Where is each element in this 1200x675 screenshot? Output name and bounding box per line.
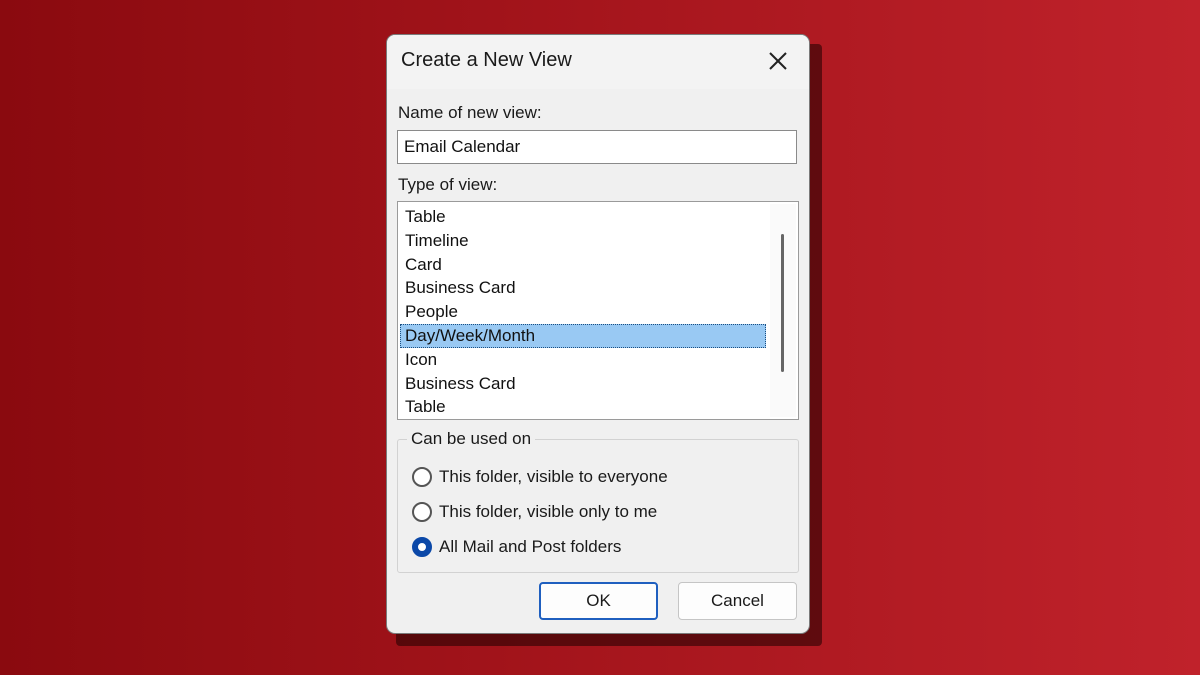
close-icon — [769, 52, 787, 70]
option-only-me-label: This folder, visible only to me — [439, 502, 658, 521]
view-type-item[interactable]: Card — [400, 253, 766, 277]
list-scrollbar[interactable] — [770, 204, 796, 417]
create-view-dialog: Create a New View Name of new view: Type… — [387, 35, 809, 633]
view-type-item[interactable]: Business Card — [400, 276, 766, 300]
option-all-mail[interactable]: All Mail and Post folders — [412, 537, 621, 557]
ok-button[interactable]: OK — [539, 582, 658, 620]
radio-everyone[interactable] — [412, 467, 432, 487]
type-label: Type of view: — [398, 175, 498, 194]
view-type-item[interactable]: Table — [400, 395, 766, 419]
scroll-thumb[interactable] — [781, 234, 784, 372]
radio-only-me[interactable] — [412, 502, 432, 522]
option-only-me[interactable]: This folder, visible only to me — [412, 502, 657, 522]
close-button[interactable] — [755, 41, 801, 81]
view-type-item[interactable]: People — [400, 300, 766, 324]
dialog-titlebar: Create a New View — [387, 35, 809, 89]
view-type-item[interactable]: Day/Week/Month — [400, 323, 766, 348]
radio-all-mail[interactable] — [412, 537, 432, 557]
option-everyone-label: This folder, visible to everyone — [439, 467, 668, 486]
view-type-item[interactable]: Icon — [400, 348, 766, 372]
cancel-button[interactable]: Cancel — [678, 582, 797, 620]
view-type-items: Table Timeline Card Business Card People Day/… — [398, 205, 768, 419]
option-all-mail-label: All Mail and Post folders — [439, 537, 622, 556]
option-everyone[interactable]: This folder, visible to everyone — [412, 467, 668, 487]
view-type-item[interactable]: Business Card — [400, 372, 766, 396]
view-type-item[interactable]: Timeline — [400, 229, 766, 253]
group-label: Can be used on — [407, 429, 536, 449]
view-type-item[interactable]: Table — [400, 205, 766, 229]
name-label: Name of new view: — [398, 103, 542, 122]
view-type-list[interactable]: Table Timeline Card Business Card People Day/… — [397, 201, 799, 420]
view-name-input[interactable] — [397, 130, 797, 164]
dialog-title: Create a New View — [401, 49, 572, 71]
